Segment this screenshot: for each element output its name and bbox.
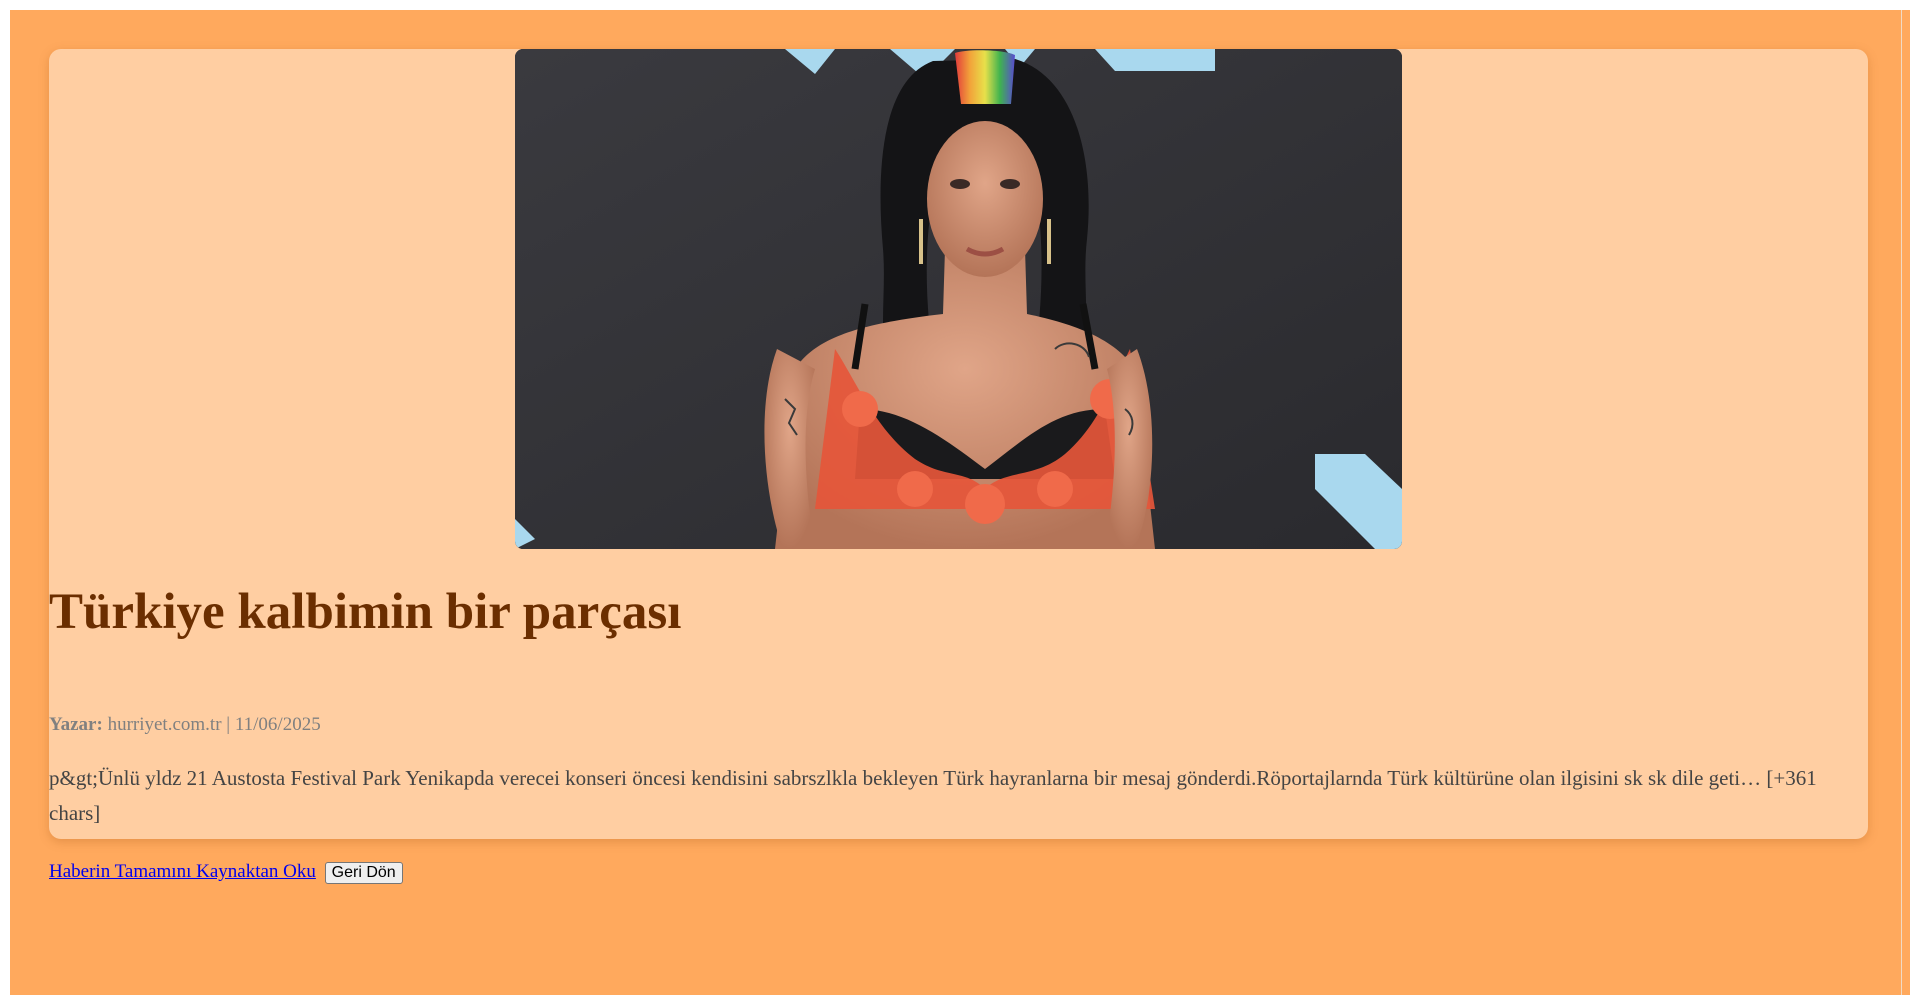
article-meta: Yazar: hurriyet.com.tr | 11/06/2025 (49, 713, 321, 737)
author-label: Yazar: (49, 714, 103, 735)
page-background: Türkiye kalbimin bir parçası Yazar: hurr… (10, 10, 1910, 995)
scrollbar[interactable] (1901, 10, 1910, 995)
article-title: Türkiye kalbimin bir parçası (49, 584, 682, 640)
author-name: hurriyet.com.tr (107, 714, 222, 735)
article-card: Türkiye kalbimin bir parçası Yazar: hurr… (49, 49, 1868, 884)
article-actions: Haberin Tamamını Kaynaktan Oku Geri Dön (49, 861, 403, 884)
read-source-link[interactable]: Haberin Tamamını Kaynaktan Oku (49, 861, 316, 882)
meta-separator: | (226, 714, 231, 735)
article-image (515, 49, 1402, 549)
back-button[interactable]: Geri Dön (324, 862, 403, 884)
publish-date: 11/06/2025 (234, 714, 321, 735)
article-content: p&gt;Ünlü yldz 21 Austosta Festival Park… (49, 766, 1817, 825)
